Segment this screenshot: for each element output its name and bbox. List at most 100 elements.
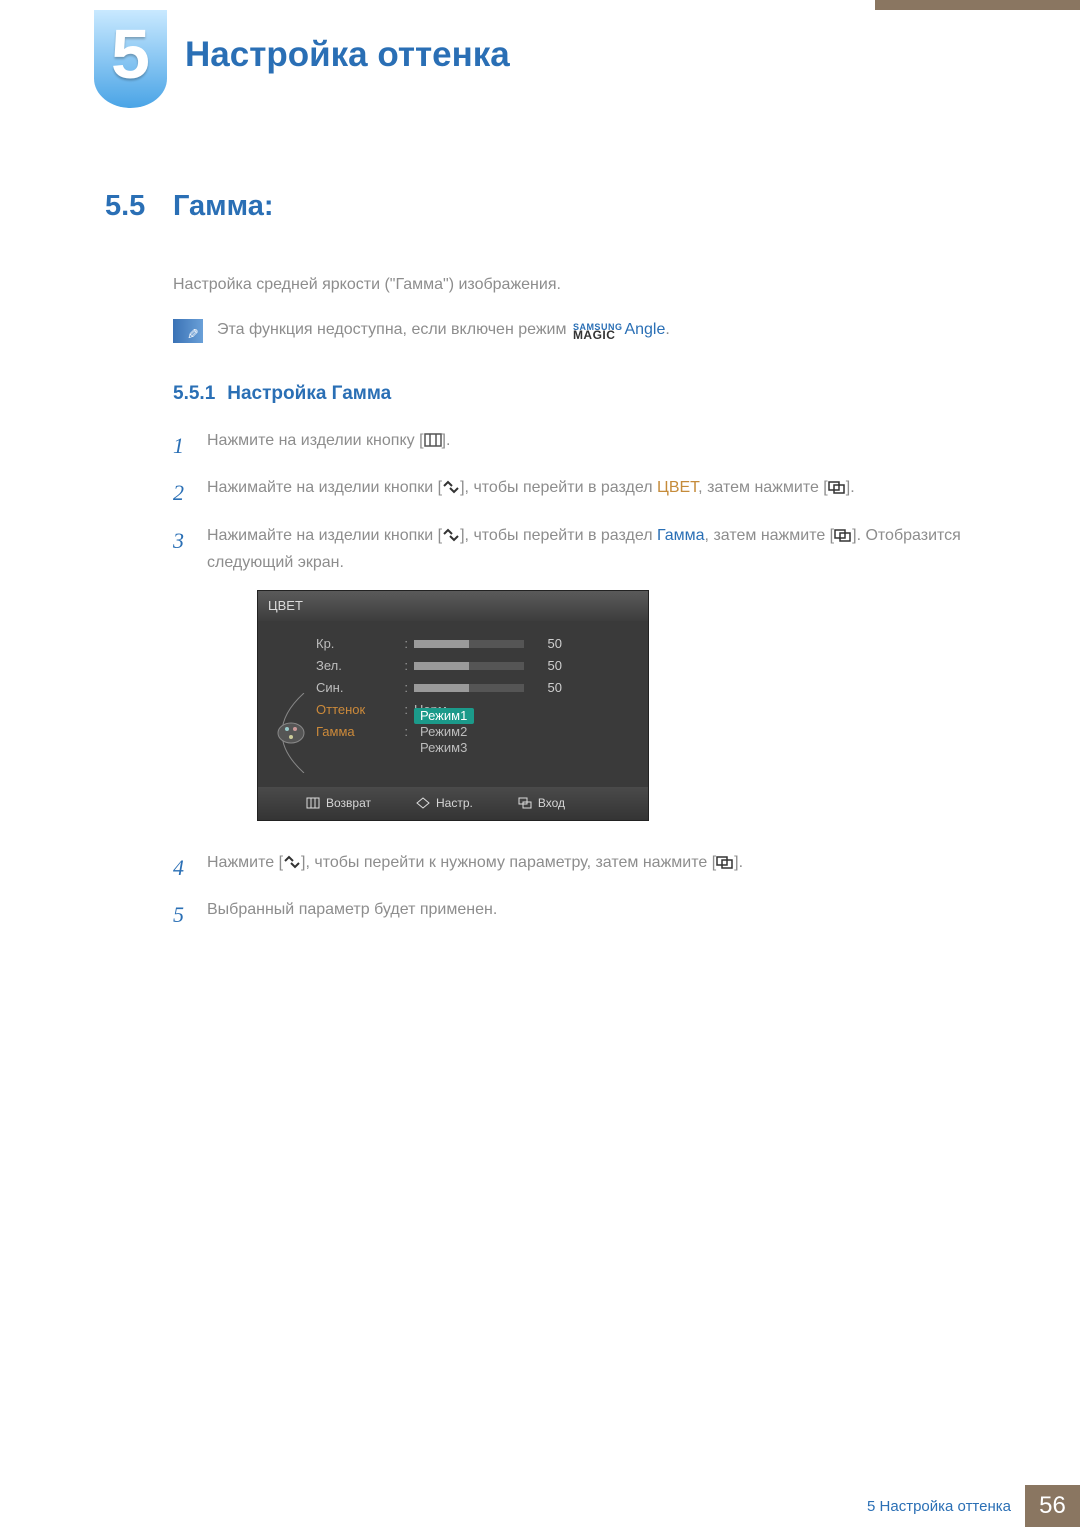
step-number: 4 [173, 849, 191, 886]
diamond-icon [416, 797, 430, 809]
osd-colon: : [400, 677, 408, 699]
osd-slider [414, 640, 524, 648]
step4-t2: ], чтобы перейти к нужному параметру, за… [301, 854, 716, 871]
osd-body: Кр. : 50 Зел. : [258, 621, 648, 787]
osd-label: Син. [316, 677, 394, 699]
step-1: 1 Нажмите на изделии кнопку []. [173, 427, 975, 464]
step-number: 3 [173, 522, 191, 559]
menu-icon [306, 797, 320, 809]
osd-label: Оттенок [316, 699, 394, 721]
samsung-magic-logo: SAMSUNGMAGIC [573, 324, 623, 341]
subsection-number: 5.5.1 [173, 383, 215, 404]
gamma-highlight: Гамма [657, 527, 705, 544]
up-down-icon [442, 528, 460, 542]
cvet-highlight: ЦВЕТ [657, 479, 698, 496]
osd-gamma-option: Режим3 [414, 740, 474, 756]
step-number: 2 [173, 474, 191, 511]
step3-t1: Нажимайте на изделии кнопки [ [207, 527, 442, 544]
step-number: 1 [173, 427, 191, 464]
steps-list: 1 Нажмите на изделии кнопку []. 2 Нажима… [173, 427, 975, 933]
note-text: Эта функция недоступна, если включен реж… [217, 321, 670, 341]
osd-footer-back-label: Возврат [326, 793, 371, 813]
osd-footer-adjust-label: Настр. [436, 793, 473, 813]
step-2: 2 Нажимайте на изделии кнопки [ ], чтобы … [173, 474, 975, 511]
osd-value: 50 [532, 677, 562, 699]
up-down-icon [442, 480, 460, 494]
osd-footer-adjust: Настр. [416, 793, 473, 813]
intro-text: Настройка средней яркости ("Гамма") изоб… [173, 273, 975, 297]
step4-t3: ]. [734, 854, 743, 871]
osd-title: ЦВЕТ [258, 591, 648, 621]
osd-footer-enter-label: Вход [538, 793, 565, 813]
step-text: Нажимайте на изделии кнопки [ ], чтобы пе… [207, 522, 975, 839]
footer-page-number: 56 [1025, 1485, 1080, 1527]
step-number: 5 [173, 896, 191, 933]
note-icon [173, 319, 203, 343]
step1-t1: Нажмите на изделии кнопку [ [207, 432, 424, 449]
angle-word: Angle [624, 321, 665, 338]
enter-icon [828, 480, 846, 494]
osd-colon: : [400, 633, 408, 655]
content-area: 5.5Гамма: Настройка средней яркости ("Га… [105, 190, 975, 943]
section-heading: 5.5Гамма: [105, 190, 975, 223]
chapter-title: Настройка оттенка [185, 35, 510, 75]
footer-chapter-label: 5 Настройка оттенка [867, 1485, 1025, 1527]
subsection-heading: 5.5.1Настройка Гамма [173, 383, 975, 405]
step-4: 4 Нажмите [ ], чтобы перейти к нужному па… [173, 849, 975, 886]
osd-row-red: Кр. : 50 [316, 633, 634, 655]
step2-t1: Нажимайте на изделии кнопки [ [207, 479, 442, 496]
step2-t3: , затем нажмите [ [698, 479, 828, 496]
osd-palette-icon [266, 633, 316, 773]
osd-label: Зел. [316, 655, 394, 677]
step2-t2: ], чтобы перейти в раздел [460, 479, 657, 496]
section-number: 5.5 [105, 190, 173, 223]
step5-t1: Выбранный параметр будет применен. [207, 901, 497, 918]
step4-t1: Нажмите [ [207, 854, 283, 871]
note-after: . [665, 321, 669, 338]
osd-value: 50 [532, 633, 562, 655]
enter-icon [716, 855, 734, 869]
step2-t4: ]. [846, 479, 855, 496]
document-page: 5 Настройка оттенка 5.5Гамма: Настройка … [0, 0, 1080, 1527]
menu-icon [424, 433, 442, 447]
step-5: 5 Выбранный параметр будет применен. [173, 896, 975, 933]
osd-gamma-option: Режим2 [414, 724, 474, 740]
osd-colon: : [400, 655, 408, 677]
osd-colon: : [400, 721, 408, 743]
osd-list: Кр. : 50 Зел. : [316, 633, 634, 773]
top-accent-band [875, 0, 1080, 10]
osd-slider [414, 662, 524, 670]
osd-valcol: 50 [414, 677, 634, 699]
osd-footer: Возврат Настр. Вход [258, 787, 648, 819]
note-before: Эта функция недоступна, если включен реж… [217, 321, 571, 338]
osd-gamma-selected: Режим1 [414, 708, 474, 724]
enter-icon [834, 528, 852, 542]
step3-t3: , затем нажмите [ [705, 527, 835, 544]
osd-footer-enter: Вход [518, 793, 565, 813]
up-down-icon [283, 855, 301, 869]
chapter-number-badge: 5 [94, 10, 167, 108]
osd-valcol: Режим1 Режим2 Режим3 [414, 708, 634, 756]
osd-valcol: 50 [414, 633, 634, 655]
step-text: Выбранный параметр будет применен. [207, 896, 975, 923]
osd-panel: ЦВЕТ [257, 590, 649, 820]
osd-row-green: Зел. : 50 [316, 655, 634, 677]
step-text: Нажмите [ ], чтобы перейти к нужному пара… [207, 849, 975, 876]
osd-row-gamma: Гамма : Режим1 Режим2 Режим3 [316, 721, 634, 743]
page-footer: 5 Настройка оттенка 56 [0, 1485, 1080, 1527]
osd-valcol: 50 [414, 655, 634, 677]
osd-screenshot: ЦВЕТ [257, 590, 975, 820]
osd-colon: : [400, 699, 408, 721]
step1-t2: ]. [442, 432, 451, 449]
step-3: 3 Нажимайте на изделии кнопки [ ], чтобы … [173, 522, 975, 839]
osd-slider [414, 684, 524, 692]
osd-label: Кр. [316, 633, 394, 655]
section-title: Гамма: [173, 190, 274, 222]
osd-footer-back: Возврат [306, 793, 371, 813]
step3-t2: ], чтобы перейти в раздел [460, 527, 657, 544]
osd-label: Гамма [316, 721, 394, 743]
step-text: Нажимайте на изделии кнопки [ ], чтобы пе… [207, 474, 975, 501]
magic-bot: MAGIC [573, 331, 623, 341]
note-row: Эта функция недоступна, если включен реж… [173, 319, 975, 343]
step-text: Нажмите на изделии кнопку []. [207, 427, 975, 454]
